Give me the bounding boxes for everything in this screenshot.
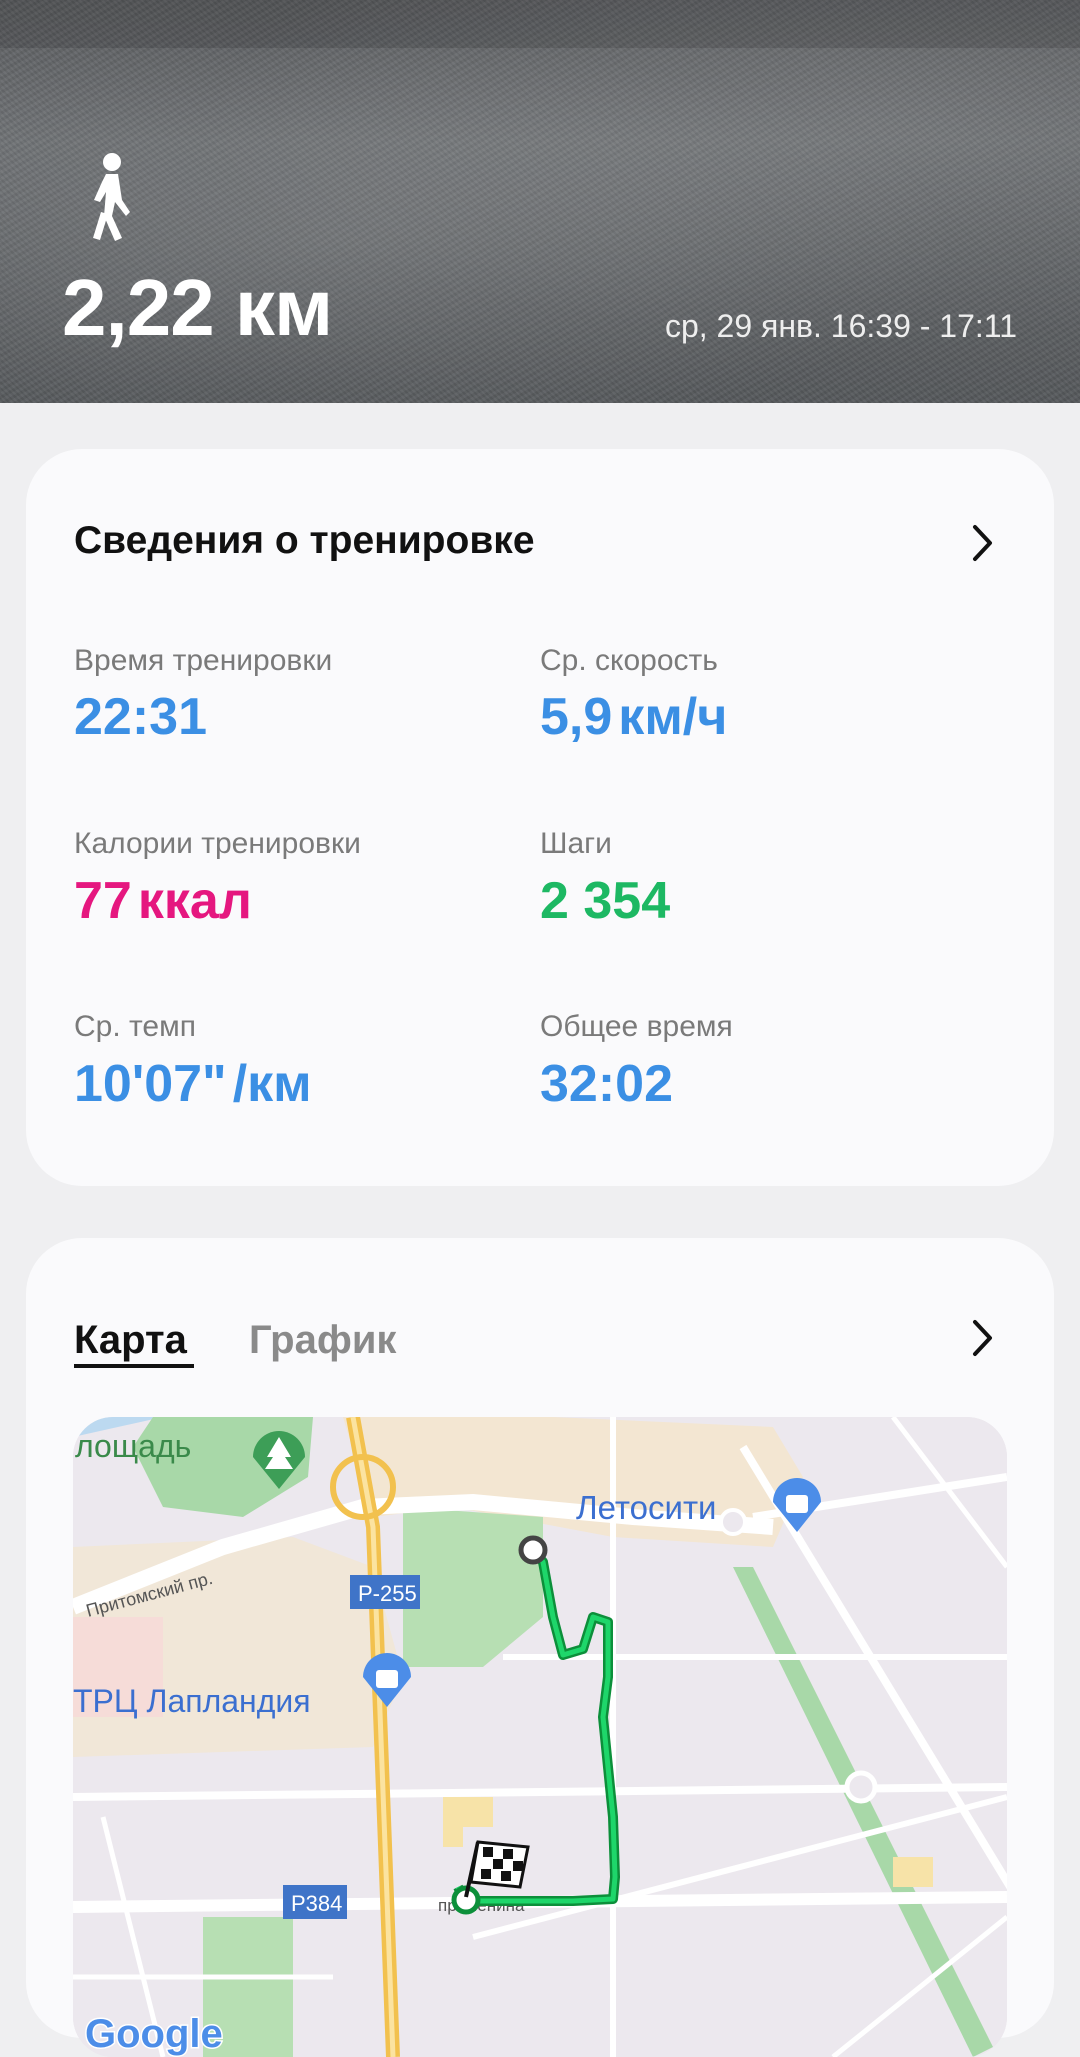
stat-label-avg-pace: Ср. темп xyxy=(74,1010,196,1043)
tab-map-underline xyxy=(74,1364,194,1368)
stat-label-workout-time: Время тренировки xyxy=(74,644,333,677)
tab-map[interactable]: Карта xyxy=(74,1318,187,1363)
chevron-right-icon[interactable] xyxy=(970,1318,996,1358)
card-title: Сведения о тренировке xyxy=(74,519,535,562)
stat-value-total-time: 32:02 xyxy=(540,1055,673,1113)
distance-value: 2,22 км xyxy=(62,263,333,352)
stat-value-workout-time: 22:31 xyxy=(74,688,207,746)
stat-value-avg-speed: 5,9 км/ч xyxy=(540,688,728,746)
svg-text:ТРЦ Лапландия: ТРЦ Лапландия xyxy=(73,1683,311,1719)
stat-label-avg-speed: Ср. скорость xyxy=(540,644,718,677)
google-logo: Google xyxy=(85,2012,223,2056)
walking-person-icon xyxy=(93,153,130,241)
route-card: Карта График лощадь Летосити Притомский … xyxy=(26,1238,1054,2057)
route-start-marker xyxy=(518,1535,548,1565)
stat-label-steps: Шаги xyxy=(540,827,612,860)
svg-text:Р384: Р384 xyxy=(291,1891,342,1916)
svg-text:лощадь: лощадь xyxy=(75,1428,191,1464)
stat-value-steps: 2 354 xyxy=(540,872,671,930)
workout-details-card[interactable]: Сведения о тренировке Время тренировки 2… xyxy=(26,449,1054,1186)
stat-value-avg-pace: 10'07"/км xyxy=(74,1055,312,1113)
workout-hero-banner: 2,22 км ср, 29 янв. 16:39 - 17:11 xyxy=(0,0,1080,403)
stat-label-calories: Калории тренировки xyxy=(74,827,361,860)
map-canvas: лощадь Летосити Притомский пр. Р-255 ТРЦ… xyxy=(73,1417,1007,2057)
tab-graph[interactable]: График xyxy=(249,1318,396,1363)
stat-value-calories: 77 ккал xyxy=(74,872,252,930)
chevron-right-icon[interactable] xyxy=(970,523,996,563)
route-map[interactable]: лощадь Летосити Притомский пр. Р-255 ТРЦ… xyxy=(73,1417,1007,2057)
svg-text:Летосити: Летосити xyxy=(576,1489,717,1526)
stat-label-total-time: Общее время xyxy=(540,1010,733,1043)
svg-text:Р-255: Р-255 xyxy=(358,1581,417,1606)
status-bar-shadow xyxy=(0,0,1080,48)
workout-datetime: ср, 29 янв. 16:39 - 17:11 xyxy=(664,308,1017,344)
